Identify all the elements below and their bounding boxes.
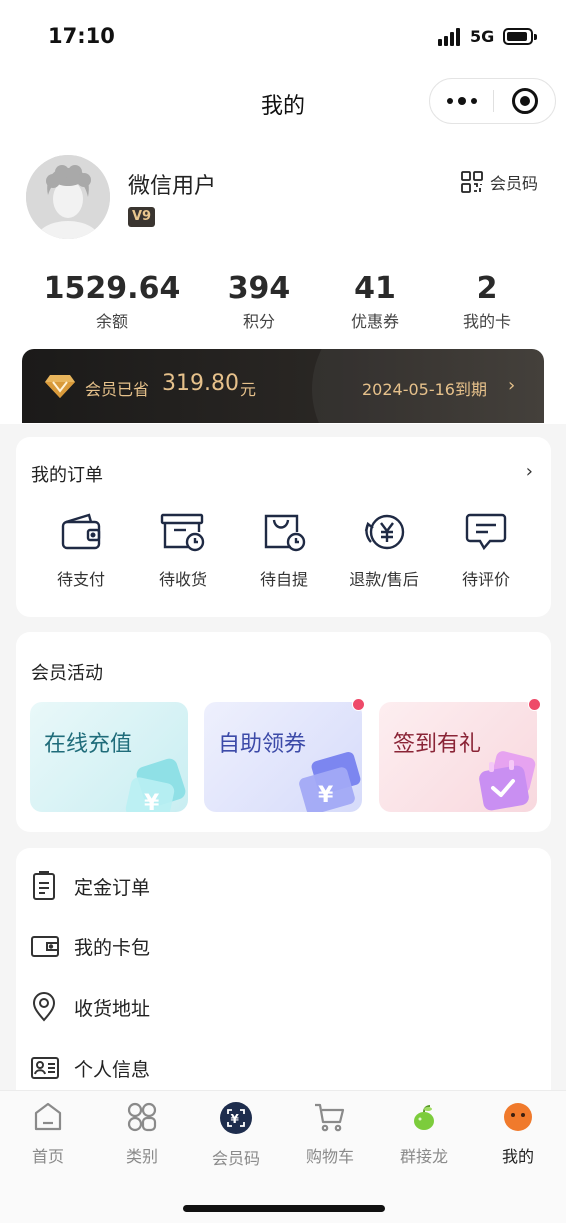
- order-pending-payment[interactable]: 待支付: [31, 512, 131, 590]
- category-icon: [127, 1102, 157, 1132]
- svg-text:¥: ¥: [144, 791, 160, 812]
- signal-icon: [438, 28, 464, 46]
- activity-checkin[interactable]: 签到有礼: [379, 702, 537, 812]
- stat-balance[interactable]: 1529.64 余额: [42, 270, 182, 332]
- vip-expiry-date: 2024-05-16到期: [362, 380, 487, 399]
- deposit-order-icon: [33, 871, 55, 900]
- tab-home[interactable]: 首页: [8, 1101, 88, 1167]
- vip-saved-unit: 元: [240, 380, 257, 399]
- activity-label: 签到有礼: [393, 732, 482, 757]
- order-pending-receipt[interactable]: 待收货: [133, 512, 233, 590]
- activities-card: 会员活动 在线充值 ¥ 自助领券 ¥ 签到有礼: [16, 632, 551, 832]
- activity-recharge[interactable]: 在线充值 ¥: [30, 702, 188, 812]
- order-item-label: 待收货: [158, 570, 207, 589]
- tab-label: 首页: [31, 1147, 64, 1166]
- tab-label: 我的: [501, 1147, 534, 1166]
- menu-item-card-wallet[interactable]: 我的卡包: [30, 926, 535, 966]
- menu-label: 定金订单: [74, 876, 151, 899]
- mini-program-capsule: [429, 78, 556, 124]
- tab-group-relay[interactable]: 群接龙: [384, 1101, 464, 1167]
- avatar[interactable]: [26, 155, 110, 239]
- diamond-icon: [45, 375, 75, 398]
- location-pin-icon: [32, 992, 56, 1022]
- id-card-icon: [31, 1057, 59, 1079]
- menu-label: 收货地址: [74, 997, 151, 1020]
- order-item-label: 待评价: [461, 570, 510, 589]
- tab-category[interactable]: 类别: [102, 1101, 182, 1167]
- status-time: 17:10: [48, 24, 115, 48]
- more-icon[interactable]: [430, 79, 493, 123]
- menu-label: 个人信息: [74, 1058, 151, 1081]
- menu-label: 我的卡包: [74, 936, 151, 959]
- stat-value: 2: [476, 271, 498, 306]
- svg-text:¥: ¥: [318, 783, 334, 808]
- refund-icon: [364, 514, 405, 550]
- card-wallet-icon: [31, 936, 59, 957]
- activity-coupon[interactable]: 自助领券 ¥: [204, 702, 362, 812]
- capsule-divider: [493, 90, 494, 112]
- svg-text:¥: ¥: [231, 1112, 240, 1126]
- activity-label: 在线充值: [44, 732, 133, 757]
- box-clock-icon: [160, 513, 205, 552]
- tab-label: 类别: [125, 1147, 158, 1166]
- order-pending-review[interactable]: 待评价: [436, 512, 536, 590]
- stat-label: 我的卡: [462, 312, 511, 331]
- orders-card: 我的订单 › 待支付 待收货 待自提 退款/售后 待评价: [16, 437, 551, 617]
- new-badge-dot: [352, 698, 365, 711]
- qr-code-icon: [461, 171, 483, 193]
- tab-profile[interactable]: 我的: [478, 1101, 558, 1167]
- tab-label: 购物车: [305, 1147, 354, 1166]
- stat-cards[interactable]: 2 我的卡: [417, 270, 557, 332]
- order-pending-pickup[interactable]: 待自提: [234, 512, 334, 590]
- order-refund[interactable]: 退款/售后: [334, 512, 434, 590]
- recharge-card-icon: ¥: [125, 758, 186, 812]
- home-indicator: [183, 1205, 385, 1212]
- menu-item-address[interactable]: 收货地址: [30, 987, 535, 1027]
- coupon-icon: ¥: [299, 752, 361, 812]
- member-code-label: 会员码: [490, 174, 539, 193]
- group-relay-icon: [414, 1105, 434, 1130]
- menu-card: 定金订单 我的卡包 收货地址 个人信息: [16, 848, 551, 1108]
- stat-label: 余额: [95, 312, 128, 331]
- bag-clock-icon: [264, 514, 306, 552]
- activities-title: 会员活动: [31, 663, 103, 684]
- order-item-label: 待支付: [56, 570, 105, 589]
- chevron-right-icon: ›: [508, 375, 516, 396]
- profile-icon: [504, 1103, 532, 1131]
- status-bar: 17:10 5G: [0, 0, 566, 74]
- close-mini-program-icon[interactable]: [512, 88, 538, 114]
- tab-label: 群接龙: [399, 1147, 448, 1166]
- new-badge-dot: [528, 698, 541, 711]
- member-code-button[interactable]: 会员码: [460, 170, 538, 194]
- username: 微信用户: [128, 174, 217, 199]
- order-item-label: 待自提: [259, 570, 308, 589]
- level-badge: V9: [128, 207, 156, 227]
- tab-member-code[interactable]: ¥ 会员码: [196, 1101, 276, 1169]
- chevron-right-icon[interactable]: ›: [526, 461, 533, 482]
- cart-icon: [315, 1103, 345, 1132]
- stat-value: 1529.64: [43, 271, 181, 306]
- orders-title: 我的订单: [31, 465, 103, 486]
- tab-cart[interactable]: 购物车: [290, 1101, 370, 1167]
- comment-icon: [465, 513, 507, 551]
- order-item-label: 退款/售后: [349, 570, 419, 589]
- vip-saved-label: 会员已省: [85, 380, 150, 399]
- tab-label: 会员码: [211, 1149, 260, 1168]
- vip-saved-amount: 319.80: [162, 371, 239, 396]
- menu-item-deposit-orders[interactable]: 定金订单: [30, 866, 535, 906]
- wallet-icon: [61, 513, 101, 550]
- home-icon: [34, 1102, 62, 1131]
- network-label: 5G: [470, 27, 495, 46]
- activity-label: 自助领券: [218, 732, 307, 757]
- member-code-icon: ¥: [220, 1102, 252, 1134]
- menu-item-profile-info[interactable]: 个人信息: [30, 1048, 535, 1088]
- tab-bar: 首页 类别 ¥ 会员码 购物车 群接龙 我的: [0, 1090, 566, 1223]
- calendar-check-icon: [479, 751, 536, 811]
- battery-icon: [503, 28, 537, 45]
- vip-banner[interactable]: 会员已省 319.80 元 2024-05-16到期 ›: [22, 349, 544, 423]
